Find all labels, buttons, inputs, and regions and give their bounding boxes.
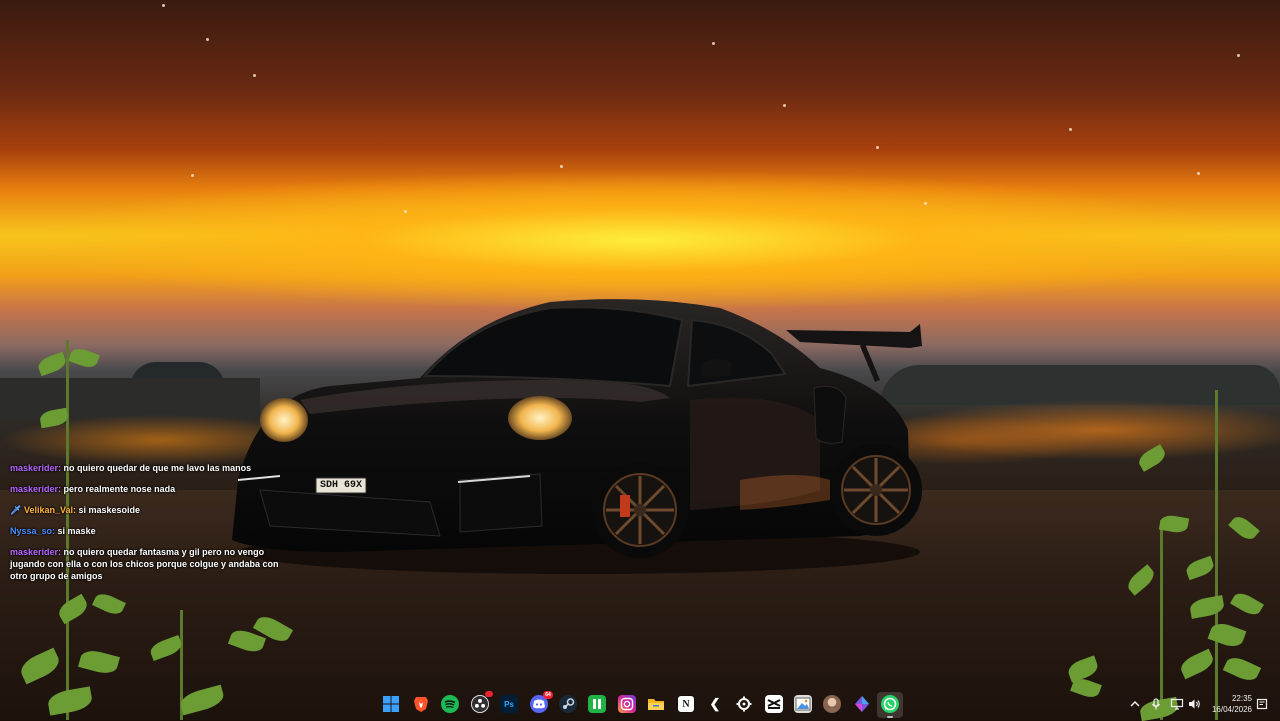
active-app-indicator xyxy=(887,716,893,718)
plant-stem xyxy=(1215,390,1218,720)
side-intake xyxy=(459,473,543,533)
star xyxy=(924,202,927,205)
star xyxy=(1069,128,1072,131)
star xyxy=(1237,54,1240,57)
side-mirror xyxy=(700,359,732,378)
chat-username: Nyssa_so: xyxy=(10,526,56,536)
front-hub xyxy=(634,504,646,516)
chat-text: no quiero quedar de que me lavo las mano… xyxy=(63,463,252,473)
star xyxy=(712,42,715,45)
notes-app-icon[interactable] xyxy=(588,695,606,713)
gear-icon[interactable] xyxy=(735,695,753,713)
chat-username: Velikan_Val: xyxy=(23,505,76,515)
clock-time: 22:35 xyxy=(1231,694,1252,703)
left-headlight xyxy=(260,398,308,442)
right-headlight xyxy=(508,396,572,440)
wing-strut xyxy=(860,344,880,382)
chat-message: Nyssa_so: si maske xyxy=(10,525,280,537)
notion-icon[interactable]: N xyxy=(677,695,695,713)
chat-username: maskerider: xyxy=(10,547,62,557)
taskbar-clock[interactable]: 22:35 16/04/2026 xyxy=(1200,693,1252,715)
rear-hub xyxy=(870,484,882,496)
leaf xyxy=(68,345,100,371)
windows-start-icon[interactable] xyxy=(382,695,400,713)
steam-icon[interactable] xyxy=(559,695,577,713)
star xyxy=(191,174,194,177)
capcut-icon[interactable] xyxy=(765,695,783,713)
instagram-icon[interactable] xyxy=(618,695,636,713)
whatsapp-icon[interactable] xyxy=(881,695,899,713)
star xyxy=(560,165,563,168)
sports-car-illustration xyxy=(232,299,922,574)
chevron-up-icon[interactable] xyxy=(1128,697,1142,711)
brave-browser-icon[interactable] xyxy=(412,695,430,713)
chat-message: 🗡 Velikan_Val: si maskesoide xyxy=(10,504,280,516)
star xyxy=(404,210,407,213)
discord-icon[interactable]: 64 xyxy=(530,691,553,713)
rear-wing xyxy=(786,324,922,348)
chat-message: maskerider: no quiero quedar fantasma y … xyxy=(10,546,280,582)
brake-caliper xyxy=(620,495,630,517)
star xyxy=(1197,172,1200,175)
image-viewer-icon[interactable] xyxy=(794,695,812,713)
recording-dot-icon xyxy=(485,691,493,697)
notification-center-icon[interactable] xyxy=(1256,697,1268,711)
star xyxy=(253,74,256,77)
network-icon[interactable] xyxy=(1170,697,1184,711)
cursor-arrow-icon[interactable]: ❮ xyxy=(706,695,724,713)
sword-icon: 🗡 xyxy=(10,505,22,515)
chat-username: maskerider: xyxy=(10,484,62,494)
chat-text: si maskesoide xyxy=(78,505,141,515)
notification-badge: 64 xyxy=(543,691,553,699)
chat-username: maskerider: xyxy=(10,463,62,473)
microphone-icon[interactable] xyxy=(1149,697,1163,711)
chat-text: pero realmente nose nada xyxy=(63,484,176,494)
clock-date: 16/04/2026 xyxy=(1211,705,1252,714)
taskbar xyxy=(0,688,1280,720)
obs-studio-icon[interactable] xyxy=(471,691,493,713)
chat-text: si maske xyxy=(57,526,96,536)
stream-chat-overlay: maskerider: no quiero quedar de que me l… xyxy=(10,462,280,591)
side-air-intake xyxy=(813,385,847,444)
star xyxy=(206,38,209,41)
crystal-app-icon[interactable] xyxy=(853,695,871,713)
spotify-icon[interactable] xyxy=(441,695,459,713)
license-plate-text: SDH 69X xyxy=(319,480,362,491)
avatar-icon[interactable] xyxy=(823,695,841,713)
photoshop-icon[interactable]: Ps xyxy=(500,695,518,713)
chat-message: maskerider: no quiero quedar de que me l… xyxy=(10,462,280,474)
leaf xyxy=(36,351,68,377)
star xyxy=(162,4,165,7)
star xyxy=(783,104,786,107)
chat-message: maskerider: pero realmente nose nada xyxy=(10,483,280,495)
file-explorer-icon[interactable] xyxy=(647,695,665,713)
volume-icon[interactable] xyxy=(1187,697,1201,711)
star xyxy=(876,146,879,149)
tree-line xyxy=(880,365,1280,405)
windshield xyxy=(422,306,684,388)
